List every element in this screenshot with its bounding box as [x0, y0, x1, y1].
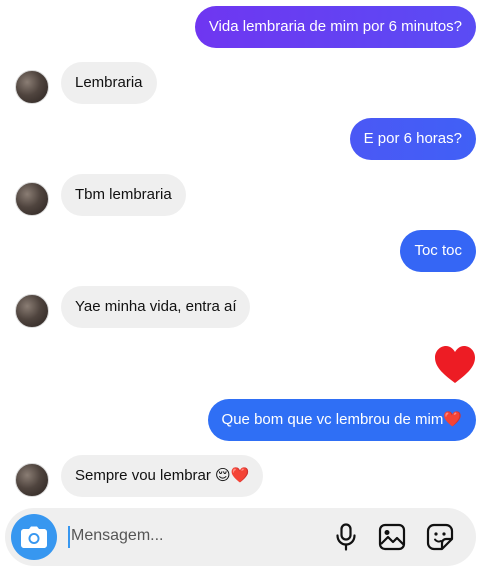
sticker-icon: [426, 523, 454, 551]
message-bubble-incoming[interactable]: Tbm lembraria: [61, 174, 186, 216]
avatar[interactable]: [15, 294, 49, 328]
message-thread: Vida lembraria de mim por 6 minutos? Lem…: [0, 0, 480, 505]
message-bubble-incoming[interactable]: Yae minha vida, entra aí: [61, 286, 251, 328]
gallery-button[interactable]: [377, 522, 407, 552]
avatar[interactable]: [15, 463, 49, 497]
message-input[interactable]: Mensagem...: [71, 527, 163, 545]
message-bubble-incoming[interactable]: Sempre vou lembrar 😌❤️: [61, 455, 264, 497]
microphone-icon: [336, 523, 356, 551]
text-cursor: [68, 526, 70, 548]
camera-icon: [21, 526, 47, 548]
sticker-button[interactable]: [425, 522, 455, 552]
avatar[interactable]: [15, 182, 49, 216]
message-bubble-outgoing[interactable]: Toc toc: [400, 230, 476, 272]
message-bubble-outgoing[interactable]: Vida lembraria de mim por 6 minutos?: [194, 6, 476, 48]
message-composer: Mensagem...: [5, 508, 476, 566]
microphone-button[interactable]: [331, 522, 361, 552]
message-bubble-outgoing[interactable]: E por 6 horas?: [349, 118, 476, 160]
avatar[interactable]: [15, 70, 49, 104]
heart-emoji-message[interactable]: [433, 343, 477, 387]
gallery-icon: [378, 523, 406, 551]
message-bubble-incoming[interactable]: Lembraria: [61, 62, 157, 104]
camera-button[interactable]: [11, 514, 57, 560]
message-bubble-outgoing[interactable]: Que bom que vc lembrou de mim❤️: [207, 399, 476, 441]
